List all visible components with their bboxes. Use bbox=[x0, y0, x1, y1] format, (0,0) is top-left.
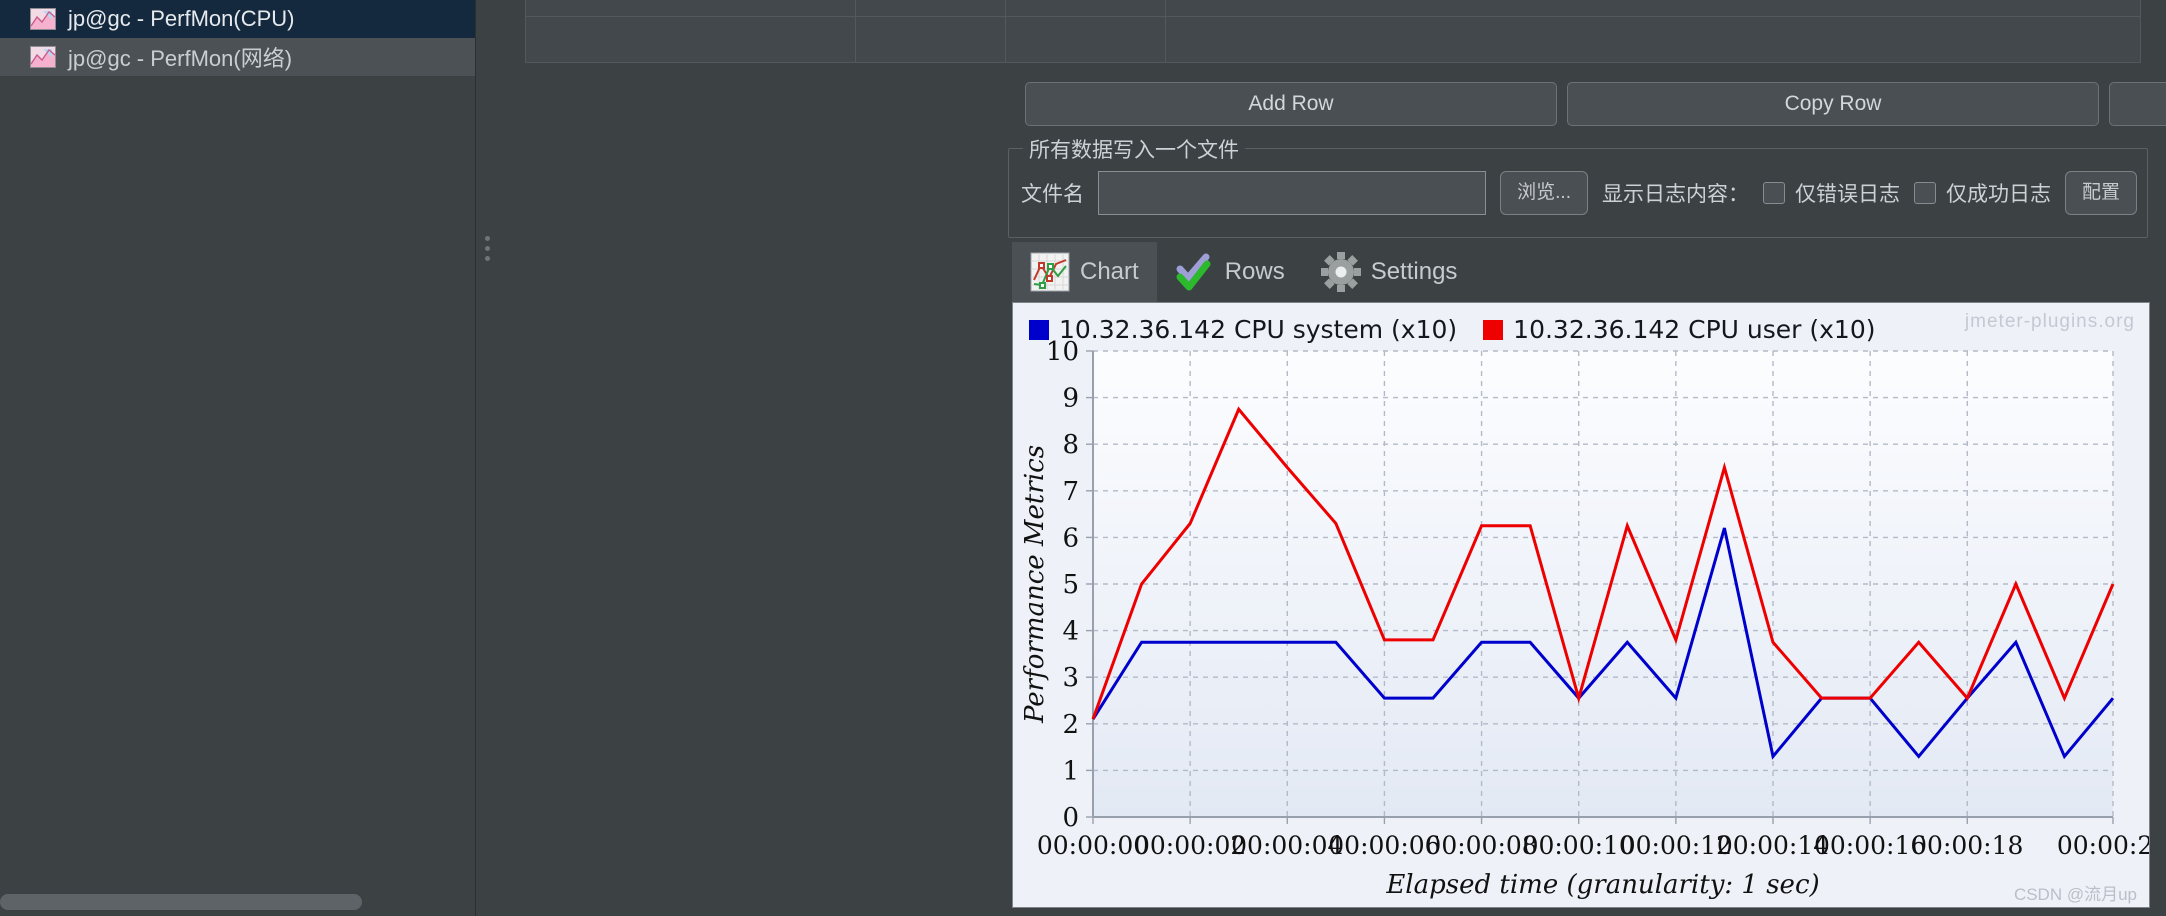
cell-port[interactable] bbox=[855, 16, 1006, 63]
checkmarks-icon bbox=[1175, 252, 1215, 292]
svg-text:2: 2 bbox=[1062, 710, 1079, 740]
show-log-label: 显示日志内容： bbox=[1601, 183, 1749, 206]
result-tabs: Chart Rows Settings bbox=[1012, 242, 1475, 302]
perfmon-config-panel: 10.32.36.142 4444 CPU user Add Row Copy … bbox=[500, 0, 2166, 916]
scrollbar-thumb[interactable] bbox=[0, 894, 362, 910]
svg-text:10: 10 bbox=[1046, 337, 1079, 367]
sidebar-item-label: jp@gc - PerfMon(CPU) bbox=[68, 6, 295, 31]
success-only-label: 仅成功日志 bbox=[1945, 183, 2051, 206]
add-row-button[interactable]: Add Row bbox=[1025, 82, 1557, 126]
errors-only-checkbox-wrap[interactable]: 仅错误日志 bbox=[1762, 178, 1900, 208]
svg-text:00:00:02: 00:00:02 bbox=[1134, 831, 1246, 860]
sidebar-empty-area bbox=[0, 76, 475, 916]
metrics-table[interactable]: 10.32.36.142 4444 CPU user bbox=[525, 0, 2141, 63]
configure-button[interactable]: 配置 bbox=[2064, 171, 2137, 215]
chart-plot-area[interactable]: 01234567891000:00:0000:00:0200:00:0400:0… bbox=[1013, 303, 2149, 907]
chart-tab-icon bbox=[1030, 252, 1070, 292]
write-all-data-groupbox: 所有数据写入一个文件 文件名 浏览... 显示日志内容： 仅错误日志 仅成功日志… bbox=[1008, 134, 2148, 238]
tab-label: Chart bbox=[1080, 258, 1139, 285]
app-window: jp@gc - PerfMon(CPU) jp@gc - PerfMon(网络) bbox=[0, 0, 2166, 916]
gear-icon bbox=[1320, 252, 1361, 292]
svg-text:4: 4 bbox=[1062, 617, 1079, 647]
success-only-checkbox-wrap[interactable]: 仅成功日志 bbox=[1913, 178, 2051, 208]
tab-label: Rows bbox=[1224, 258, 1285, 285]
browse-button[interactable]: 浏览... bbox=[1500, 171, 1588, 215]
svg-text:Elapsed time (granularity: 1 s: Elapsed time (granularity: 1 sec) bbox=[1385, 870, 1819, 900]
tab-label: Settings bbox=[1370, 258, 1458, 285]
svg-text:6: 6 bbox=[1062, 523, 1079, 553]
svg-text:00:00:21: 00:00:21 bbox=[2057, 831, 2149, 860]
cell-port[interactable]: 4444 bbox=[855, 0, 1006, 17]
svg-text:00:00:08: 00:00:08 bbox=[1425, 831, 1537, 860]
delete-row-button[interactable]: Delete Row bbox=[2109, 82, 2166, 126]
svg-text:00:00:16: 00:00:16 bbox=[1814, 831, 1926, 860]
panel-splitter[interactable] bbox=[477, 0, 500, 916]
sidebar-horizontal-scrollbar[interactable] bbox=[0, 894, 458, 910]
cell-host[interactable] bbox=[525, 16, 856, 63]
svg-text:00:00:14: 00:00:14 bbox=[1717, 831, 1829, 860]
csdn-credit: CSDN @流月up bbox=[2013, 885, 2137, 904]
filename-label: 文件名 bbox=[1021, 183, 1084, 206]
chart-icon bbox=[30, 46, 56, 68]
svg-text:5: 5 bbox=[1062, 570, 1079, 600]
tab-rows[interactable]: Rows bbox=[1157, 242, 1303, 302]
sidebar-item-perfmon-network[interactable]: jp@gc - PerfMon(网络) bbox=[0, 38, 475, 76]
svg-text:00:00:10: 00:00:10 bbox=[1523, 831, 1635, 860]
svg-text:8: 8 bbox=[1062, 430, 1079, 460]
filename-input[interactable] bbox=[1098, 171, 1487, 215]
svg-text:0: 0 bbox=[1062, 803, 1079, 833]
errors-only-checkbox[interactable] bbox=[1762, 182, 1785, 204]
success-only-checkbox[interactable] bbox=[1913, 182, 1936, 204]
svg-text:1: 1 bbox=[1062, 756, 1079, 786]
errors-only-label: 仅错误日志 bbox=[1794, 183, 1900, 206]
svg-text:7: 7 bbox=[1062, 477, 1079, 507]
cell-metric[interactable] bbox=[1005, 16, 1166, 63]
table-row[interactable]: 10.32.36.142 4444 CPU user bbox=[525, 0, 2141, 17]
svg-text:3: 3 bbox=[1062, 663, 1079, 693]
splitter-grip-icon bbox=[485, 236, 491, 266]
svg-text:00:00:18: 00:00:18 bbox=[1911, 831, 2023, 860]
table-action-buttons: Add Row Copy Row Delete Row bbox=[1025, 82, 2166, 126]
svg-text:00:00:04: 00:00:04 bbox=[1231, 831, 1343, 860]
groupbox-title: 所有数据写入一个文件 bbox=[1023, 134, 1245, 164]
sidebar-item-label: jp@gc - PerfMon(网络) bbox=[68, 46, 293, 71]
cell-host[interactable]: 10.32.36.142 bbox=[525, 0, 856, 17]
cell-parameter[interactable]: user bbox=[1165, 0, 2141, 17]
copy-row-button[interactable]: Copy Row bbox=[1567, 82, 2099, 126]
svg-text:00:00:06: 00:00:06 bbox=[1328, 831, 1440, 860]
cell-parameter[interactable] bbox=[1165, 16, 2141, 63]
table-row[interactable] bbox=[525, 16, 2141, 63]
tab-settings[interactable]: Settings bbox=[1303, 242, 1476, 302]
cell-metric[interactable]: CPU bbox=[1005, 0, 1166, 17]
svg-text:Performance Metrics: Performance Metrics bbox=[1020, 445, 1050, 724]
file-settings-row: 文件名 浏览... 显示日志内容： 仅错误日志 仅成功日志 配置 bbox=[1021, 171, 2137, 215]
sidebar-item-perfmon-cpu[interactable]: jp@gc - PerfMon(CPU) bbox=[0, 0, 475, 38]
svg-text:00:00:00: 00:00:00 bbox=[1037, 831, 1149, 860]
svg-text:9: 9 bbox=[1062, 384, 1079, 414]
chart-panel: 10.32.36.142 CPU system (x10) 10.32.36.1… bbox=[1012, 302, 2150, 908]
tab-chart[interactable]: Chart bbox=[1012, 242, 1157, 302]
test-plan-tree-sidebar: jp@gc - PerfMon(CPU) jp@gc - PerfMon(网络) bbox=[0, 0, 476, 916]
chart-icon bbox=[30, 8, 56, 30]
svg-text:00:00:12: 00:00:12 bbox=[1620, 831, 1732, 860]
